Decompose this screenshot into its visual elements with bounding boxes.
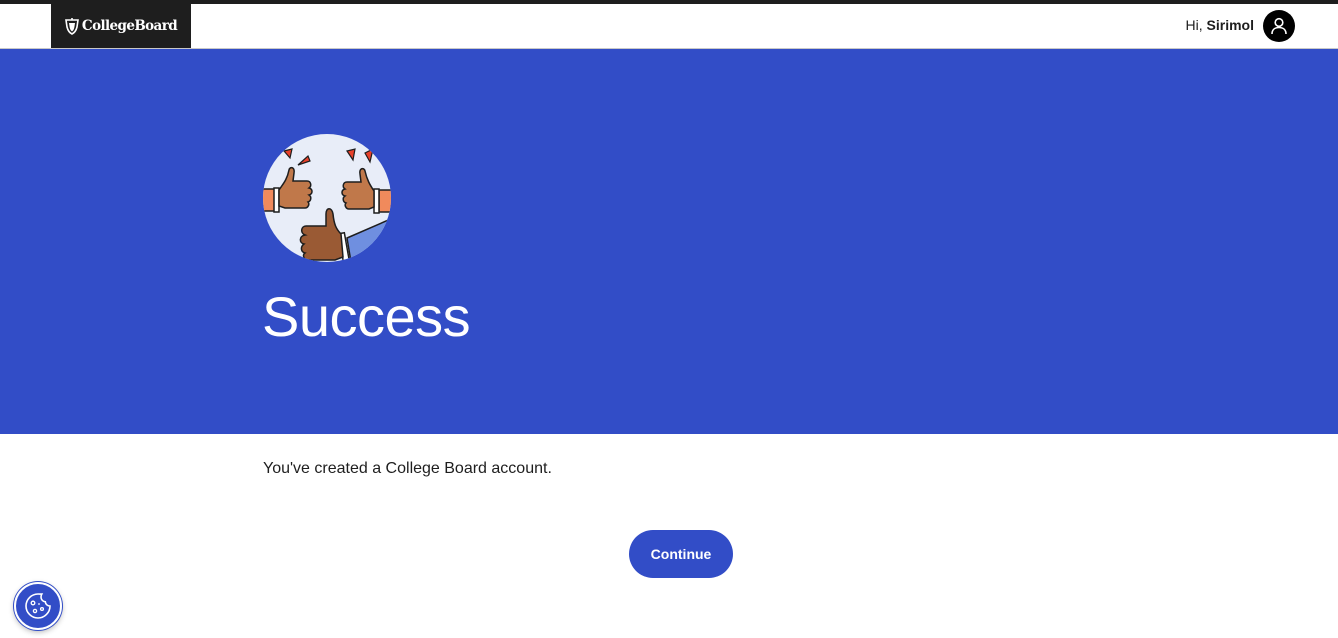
success-message: You've created a College Board account. [263,460,552,477]
acorn-icon [64,17,79,35]
continue-button[interactable]: Continue [629,530,733,578]
user-icon [1271,17,1287,35]
user-avatar-button[interactable] [1263,10,1295,42]
user-greeting: Hi, Sirimol [1186,17,1254,33]
cookie-settings-button[interactable] [14,582,62,630]
page-title: Success [262,285,471,348]
collegeboard-logo[interactable]: CollegeBoard [51,4,191,48]
site-header: CollegeBoard Hi, Sirimol [0,4,1338,49]
success-banner: Success [0,49,1338,434]
greeting-prefix: Hi, [1185,17,1207,33]
thumbs-up-illustration [263,134,391,262]
user-name: Sirimol [1206,17,1254,33]
cookie-icon [25,593,51,619]
logo-text: CollegeBoard [81,18,178,34]
